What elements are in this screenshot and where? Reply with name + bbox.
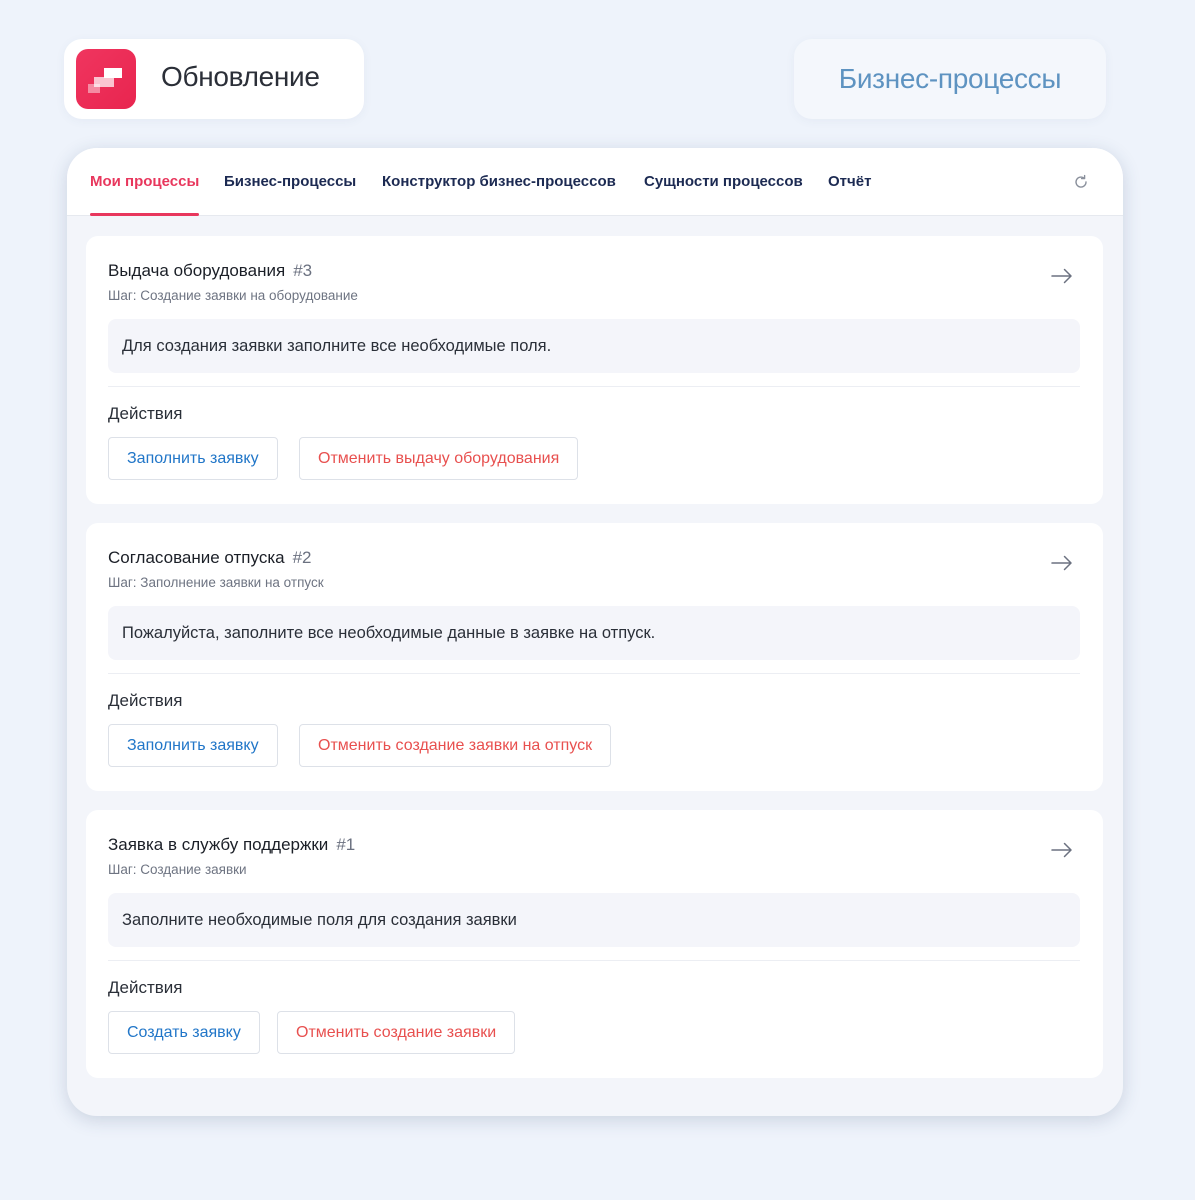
process-card: Заявка в службу поддержки #1 Шаг: Создани… — [86, 810, 1103, 1078]
actions-label: Действия — [108, 404, 183, 423]
process-message: Для создания заявки заполните все необхо… — [108, 319, 1080, 373]
tab-business-processes[interactable]: Бизнес-процессы — [224, 173, 356, 190]
process-number: #1 — [336, 835, 356, 854]
cancel-equipment-button[interactable]: Отменить выдачу оборудования — [299, 437, 579, 480]
product-title: Обновление — [161, 61, 320, 92]
arrow-right-icon[interactable] — [1051, 842, 1073, 858]
process-name: Заявка в службу поддержки — [108, 835, 329, 854]
cancel-vacation-button[interactable]: Отменить создание заявки на отпуск — [299, 724, 612, 767]
fill-request-button[interactable]: Заполнить заявку — [108, 724, 278, 767]
tab-process-entities[interactable]: Сущности процессов — [644, 173, 803, 190]
process-title: Выдача оборудования #3 — [108, 261, 312, 281]
refresh-icon[interactable] — [1073, 174, 1089, 190]
actions-label: Действия — [108, 978, 183, 997]
tab-report[interactable]: Отчёт — [828, 173, 871, 190]
app-window: Мои процессы Бизнес-процессы Конструктор… — [67, 148, 1123, 1116]
section-badge: Бизнес-процессы — [794, 39, 1106, 119]
cancel-request-button[interactable]: Отменить создание заявки — [277, 1011, 516, 1054]
process-number: #2 — [292, 548, 312, 567]
divider — [108, 960, 1080, 961]
app-badge: Обновление — [64, 39, 364, 119]
process-step: Шаг: Создание заявки на оборудование — [108, 288, 358, 303]
section-title: Бизнес-процессы — [838, 63, 1062, 94]
process-message: Заполните необходимые поля для создания … — [108, 893, 1080, 947]
fill-request-button[interactable]: Заполнить заявку — [108, 437, 278, 480]
process-step: Шаг: Создание заявки — [108, 862, 247, 877]
tab-process-builder[interactable]: Конструктор бизнес-процессов — [382, 173, 616, 190]
arrow-right-icon[interactable] — [1051, 555, 1073, 571]
process-number: #3 — [293, 261, 313, 280]
actions-label: Действия — [108, 691, 183, 710]
process-name: Выдача оборудования — [108, 261, 286, 280]
process-step: Шаг: Заполнение заявки на отпуск — [108, 575, 324, 590]
tab-bar: Мои процессы Бизнес-процессы Конструктор… — [67, 148, 1123, 216]
process-card: Согласование отпуска #2 Шаг: Заполнение з… — [86, 523, 1103, 791]
process-message: Пожалуйста, заполните все необходимые да… — [108, 606, 1080, 660]
divider — [108, 386, 1080, 387]
arrow-right-icon[interactable] — [1051, 268, 1073, 284]
process-title: Согласование отпуска #2 — [108, 548, 312, 568]
process-name: Согласование отпуска — [108, 548, 285, 567]
divider — [108, 673, 1080, 674]
create-request-button[interactable]: Создать заявку — [108, 1011, 260, 1054]
tab-my-processes[interactable]: Мои процессы — [90, 173, 200, 216]
process-title: Заявка в службу поддержки #1 — [108, 835, 355, 855]
app-logo-icon — [76, 49, 136, 109]
process-card: Выдача оборудования #3 Шаг: Создание заяв… — [86, 236, 1103, 504]
